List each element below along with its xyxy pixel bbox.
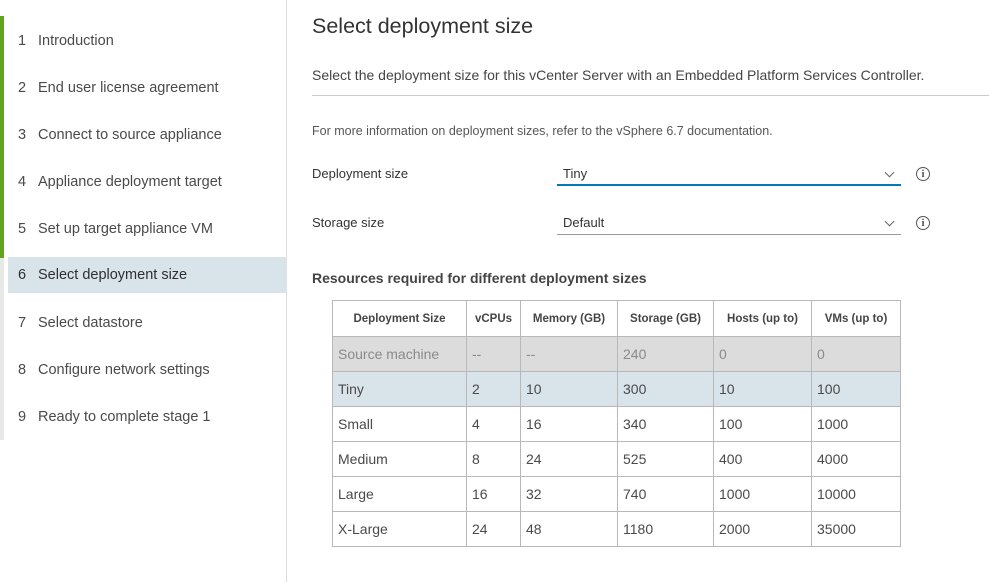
table-cell: 2 xyxy=(466,371,521,407)
step-label: Select deployment size xyxy=(38,267,188,283)
step-number: 5 xyxy=(18,221,27,237)
resources-heading: Resources required for different deploym… xyxy=(312,270,647,286)
step-number: 4 xyxy=(18,174,27,190)
deployment-size-value: Tiny xyxy=(563,165,588,181)
table-cell: 10000 xyxy=(811,476,901,512)
table-header-row: Deployment Size vCPUs Memory (GB) Storag… xyxy=(332,300,901,337)
page-title: Select deployment size xyxy=(312,14,534,38)
page-subtitle: Select the deployment size for this vCen… xyxy=(312,67,925,83)
table-cell: -- xyxy=(520,336,618,372)
column-header: Memory (GB) xyxy=(520,300,618,337)
table-row: X-Large 24 48 1180 2000 35000 xyxy=(332,511,901,547)
table-cell: 100 xyxy=(811,371,901,407)
table-cell: 48 xyxy=(520,511,618,547)
storage-size-info-icon[interactable]: i xyxy=(916,216,930,230)
column-header: Deployment Size xyxy=(332,300,467,337)
table-cell: 2000 xyxy=(713,511,812,547)
step-number: 3 xyxy=(18,127,27,143)
column-header: Hosts (up to) xyxy=(713,300,812,337)
table-cell: 1000 xyxy=(713,476,812,512)
table-cell: 4000 xyxy=(811,441,901,477)
chevron-down-icon xyxy=(884,216,895,227)
table-cell: 16 xyxy=(466,476,521,512)
chevron-down-icon xyxy=(884,167,895,178)
table-cell: 32 xyxy=(520,476,618,512)
table-row: Small 4 16 340 100 1000 xyxy=(332,406,901,442)
documentation-note: For more information on deployment sizes… xyxy=(312,124,773,138)
storage-size-label: Storage size xyxy=(312,215,385,230)
table-row: Large 16 32 740 1000 10000 xyxy=(332,476,901,512)
table-cell: 10 xyxy=(713,371,812,407)
table-cell: 740 xyxy=(617,476,714,512)
step-ready-complete[interactable]: 9 Ready to complete stage 1 xyxy=(8,399,287,435)
table-cell: Tiny xyxy=(332,371,467,407)
wizard-sidebar: 1 Introduction 2 End user license agreem… xyxy=(0,0,287,582)
step-network-settings[interactable]: 8 Configure network settings xyxy=(8,352,287,388)
step-connect-source[interactable]: 3 Connect to source appliance xyxy=(8,117,287,153)
table-cell: 400 xyxy=(713,441,812,477)
step-introduction[interactable]: 1 Introduction xyxy=(8,23,287,59)
table-cell: Source machine xyxy=(332,336,467,372)
table-cell: 0 xyxy=(811,336,901,372)
table-cell: Large xyxy=(332,476,467,512)
table-cell: 1180 xyxy=(617,511,714,547)
table-cell: 340 xyxy=(617,406,714,442)
table-cell: 240 xyxy=(617,336,714,372)
table-cell: 8 xyxy=(466,441,521,477)
step-deployment-size[interactable]: 6 Select deployment size xyxy=(8,257,287,293)
table-cell: 24 xyxy=(466,511,521,547)
step-label: End user license agreement xyxy=(38,80,219,96)
step-label: Ready to complete stage 1 xyxy=(38,409,211,425)
column-header: VMs (up to) xyxy=(811,300,901,337)
table-cell: 0 xyxy=(713,336,812,372)
step-number: 2 xyxy=(18,80,27,96)
table-cell: 525 xyxy=(617,441,714,477)
table-row: Tiny 2 10 300 10 100 xyxy=(332,371,901,407)
table-cell: 16 xyxy=(520,406,618,442)
step-number: 6 xyxy=(18,267,27,283)
header-divider xyxy=(312,95,989,96)
step-label: Appliance deployment target xyxy=(38,174,222,190)
step-label: Set up target appliance VM xyxy=(38,221,213,237)
deployment-size-select[interactable]: Tiny xyxy=(557,162,901,186)
step-number: 8 xyxy=(18,362,27,378)
table-row: Medium 8 24 525 400 4000 xyxy=(332,441,901,477)
table-cell: 1000 xyxy=(811,406,901,442)
table-cell: 4 xyxy=(466,406,521,442)
step-number: 9 xyxy=(18,409,27,425)
step-datastore[interactable]: 7 Select datastore xyxy=(8,305,287,341)
storage-size-select[interactable]: Default xyxy=(557,211,901,235)
step-label: Select datastore xyxy=(38,315,143,331)
table-cell: 24 xyxy=(520,441,618,477)
table-cell: 300 xyxy=(617,371,714,407)
storage-size-value: Default xyxy=(563,215,605,230)
step-target-vm[interactable]: 5 Set up target appliance VM xyxy=(8,211,287,247)
step-label: Configure network settings xyxy=(38,362,210,378)
table-cell: -- xyxy=(466,336,521,372)
column-header: vCPUs xyxy=(466,300,521,337)
table-cell: 35000 xyxy=(811,511,901,547)
step-number: 1 xyxy=(18,33,27,49)
table-cell: X-Large xyxy=(332,511,467,547)
step-label: Connect to source appliance xyxy=(38,127,222,143)
deployment-size-info-icon[interactable]: i xyxy=(916,167,930,181)
table-row: Source machine -- -- 240 0 0 xyxy=(332,336,901,372)
table-cell: 10 xyxy=(520,371,618,407)
step-deployment-target[interactable]: 4 Appliance deployment target xyxy=(8,164,287,200)
step-number: 7 xyxy=(18,315,27,331)
resources-table: Deployment Size vCPUs Memory (GB) Storag… xyxy=(332,300,901,547)
table-cell: 100 xyxy=(713,406,812,442)
step-eula[interactable]: 2 End user license agreement xyxy=(8,70,287,106)
table-cell: Small xyxy=(332,406,467,442)
table-cell: Medium xyxy=(332,441,467,477)
progress-track xyxy=(0,258,4,440)
deployment-size-label: Deployment size xyxy=(312,166,409,181)
step-label: Introduction xyxy=(38,33,114,49)
column-header: Storage (GB) xyxy=(617,300,714,337)
progress-indicator xyxy=(0,16,4,258)
